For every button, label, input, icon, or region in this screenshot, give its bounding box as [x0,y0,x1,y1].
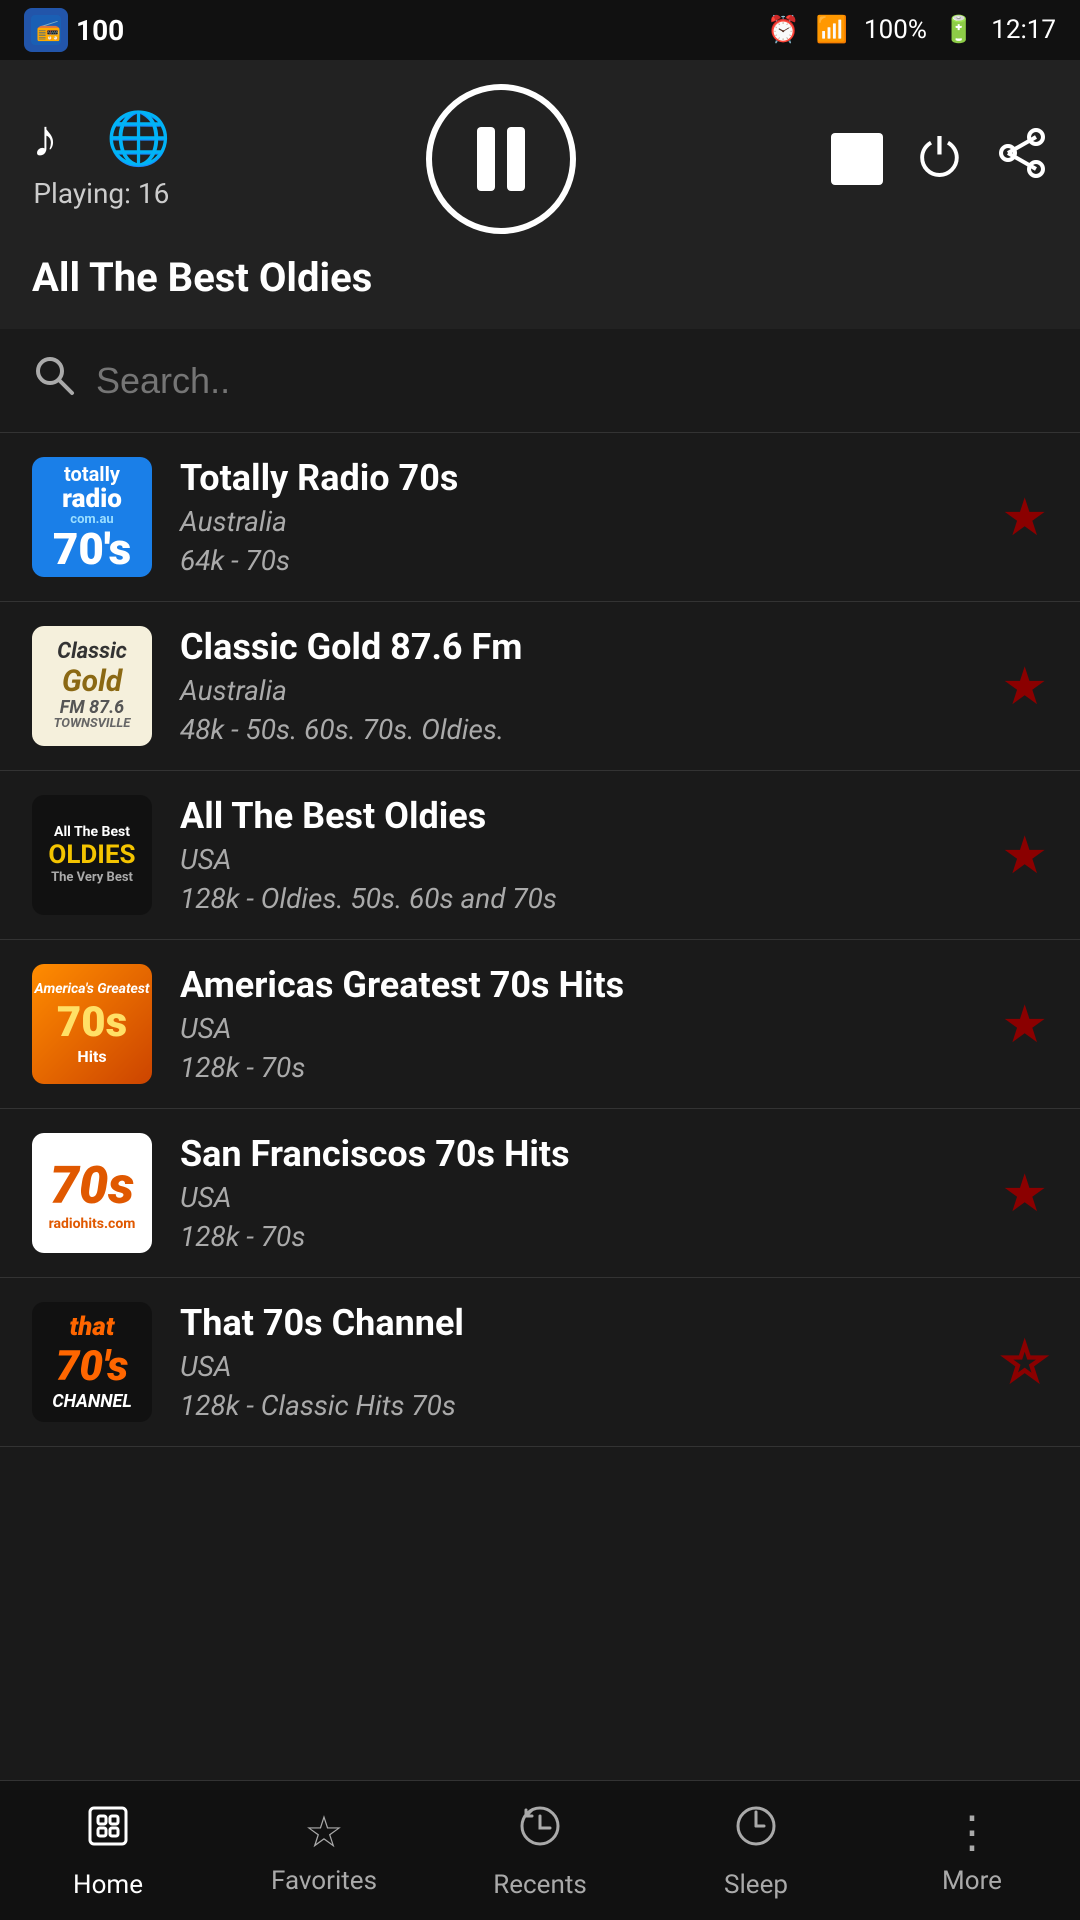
station-info: San Franciscos 70s Hits USA 128k - 70s [180,1133,973,1253]
station-logo: totally radio com.au 70's [32,457,152,577]
list-item[interactable]: Classic Gold FM 87.6 TOWNSVILLE Classic … [0,602,1080,771]
playing-label: Playing: 16 [33,177,169,210]
station-name: Americas Greatest 70s Hits [180,964,973,1006]
station-info: Americas Greatest 70s Hits USA 128k - 70… [180,964,973,1084]
player-right-icons: ⏻ [831,127,1048,192]
favorites-icon: ☆ [304,1806,343,1858]
station-logo: America's Greatest 70s Hits [32,964,152,1084]
search-bar [0,329,1080,433]
power-button[interactable]: ⏻ [919,128,960,190]
clock-time: 12:17 [991,15,1056,45]
favorite-star[interactable]: ★ [1001,1163,1048,1224]
favorite-star[interactable]: ★ [1001,825,1048,886]
station-name: Classic Gold 87.6 Fm [180,626,973,668]
station-country: USA [180,1181,973,1214]
station-meta: 128k - 70s [180,1220,973,1253]
battery-percent: 100% [864,15,927,45]
station-meta: 64k - 70s [180,544,973,577]
station-name: All The Best Oldies [180,795,973,837]
list-item[interactable]: totally radio com.au 70's Totally Radio … [0,433,1080,602]
nav-favorites-label: Favorites [271,1866,377,1896]
current-station-title: All The Best Oldies [32,254,1048,301]
player-left-icons: ♪ 🌐 [32,108,171,169]
status-app-info: 📻 100 [24,8,124,52]
station-meta: 128k - Classic Hits 70s [180,1389,973,1422]
pause-icon [477,127,525,191]
pause-bar-right [507,127,525,191]
pause-bar-left [477,127,495,191]
station-meta: 128k - Oldies. 50s. 60s and 70s [180,882,973,915]
station-name: Totally Radio 70s [180,457,973,499]
bottom-nav: Home ☆ Favorites Recents Sleep ⋮ More [0,1780,1080,1920]
station-country: Australia [180,674,973,707]
status-app-number: 100 [76,14,124,47]
nav-favorites[interactable]: ☆ Favorites [216,1806,432,1896]
list-item[interactable]: All The Best OLDIES The Very Best All Th… [0,771,1080,940]
status-bar: 📻 100 ⏰ 📶 100% 🔋 12:17 [0,0,1080,60]
station-name: San Franciscos 70s Hits [180,1133,973,1175]
station-country: USA [180,843,973,876]
station-info: Totally Radio 70s Australia 64k - 70s [180,457,973,577]
station-country: USA [180,1012,973,1045]
favorite-star-empty[interactable]: ☆ [1001,1332,1048,1393]
stop-button[interactable] [831,133,883,185]
battery-icon: 🔋 [943,15,975,45]
favorite-star[interactable]: ★ [1001,656,1048,717]
station-country: USA [180,1350,973,1383]
main-content: ♪ 🌐 Playing: 16 ⏻ [0,60,1080,1780]
station-info: That 70s Channel USA 128k - Classic Hits… [180,1302,973,1422]
nav-recents-label: Recents [493,1870,587,1900]
status-right: ⏰ 📶 100% 🔋 12:17 [767,15,1056,45]
favorite-star[interactable]: ★ [1001,487,1048,548]
player-controls-row: ♪ 🌐 Playing: 16 ⏻ [32,84,1048,234]
station-logo: Classic Gold FM 87.6 TOWNSVILLE [32,626,152,746]
player-header: ♪ 🌐 Playing: 16 ⏻ [0,60,1080,329]
station-meta: 128k - 70s [180,1051,973,1084]
player-left-section: ♪ 🌐 Playing: 16 [32,108,171,210]
station-name: That 70s Channel [180,1302,973,1344]
station-info: Classic Gold 87.6 Fm Australia 48k - 50s… [180,626,973,746]
nav-sleep-label: Sleep [724,1870,788,1900]
pause-button[interactable] [426,84,576,234]
nav-more[interactable]: ⋮ More [864,1806,1080,1896]
recents-icon [516,1802,564,1862]
app-icon: 📻 [24,8,68,52]
station-logo: 70s radiohits.com [32,1133,152,1253]
share-button[interactable] [996,127,1048,192]
nav-home[interactable]: Home [0,1802,216,1900]
home-icon [84,1802,132,1862]
globe-icon[interactable]: 🌐 [106,108,171,169]
search-input[interactable] [96,360,1048,402]
list-item[interactable]: 70s radiohits.com San Franciscos 70s Hit… [0,1109,1080,1278]
music-note-icon[interactable]: ♪ [32,108,58,169]
more-icon: ⋮ [950,1806,994,1858]
nav-more-label: More [942,1866,1002,1896]
station-list: totally radio com.au 70's Totally Radio … [0,433,1080,1780]
wifi-icon: 📶 [816,15,848,45]
search-icon [32,353,76,408]
station-logo: All The Best OLDIES The Very Best [32,795,152,915]
nav-recents[interactable]: Recents [432,1802,648,1900]
station-meta: 48k - 50s. 60s. 70s. Oldies. [180,713,973,746]
list-item[interactable]: America's Greatest 70s Hits Americas Gre… [0,940,1080,1109]
sleep-icon [732,1802,780,1862]
nav-home-label: Home [73,1870,143,1900]
svg-text:📻: 📻 [36,18,61,42]
station-country: Australia [180,505,973,538]
station-info: All The Best Oldies USA 128k - Oldies. 5… [180,795,973,915]
nav-sleep[interactable]: Sleep [648,1802,864,1900]
list-item[interactable]: that 70's CHANNEL That 70s Channel USA 1… [0,1278,1080,1447]
station-logo: that 70's CHANNEL [32,1302,152,1422]
favorite-star[interactable]: ★ [1001,994,1048,1055]
alarm-icon: ⏰ [767,15,799,45]
